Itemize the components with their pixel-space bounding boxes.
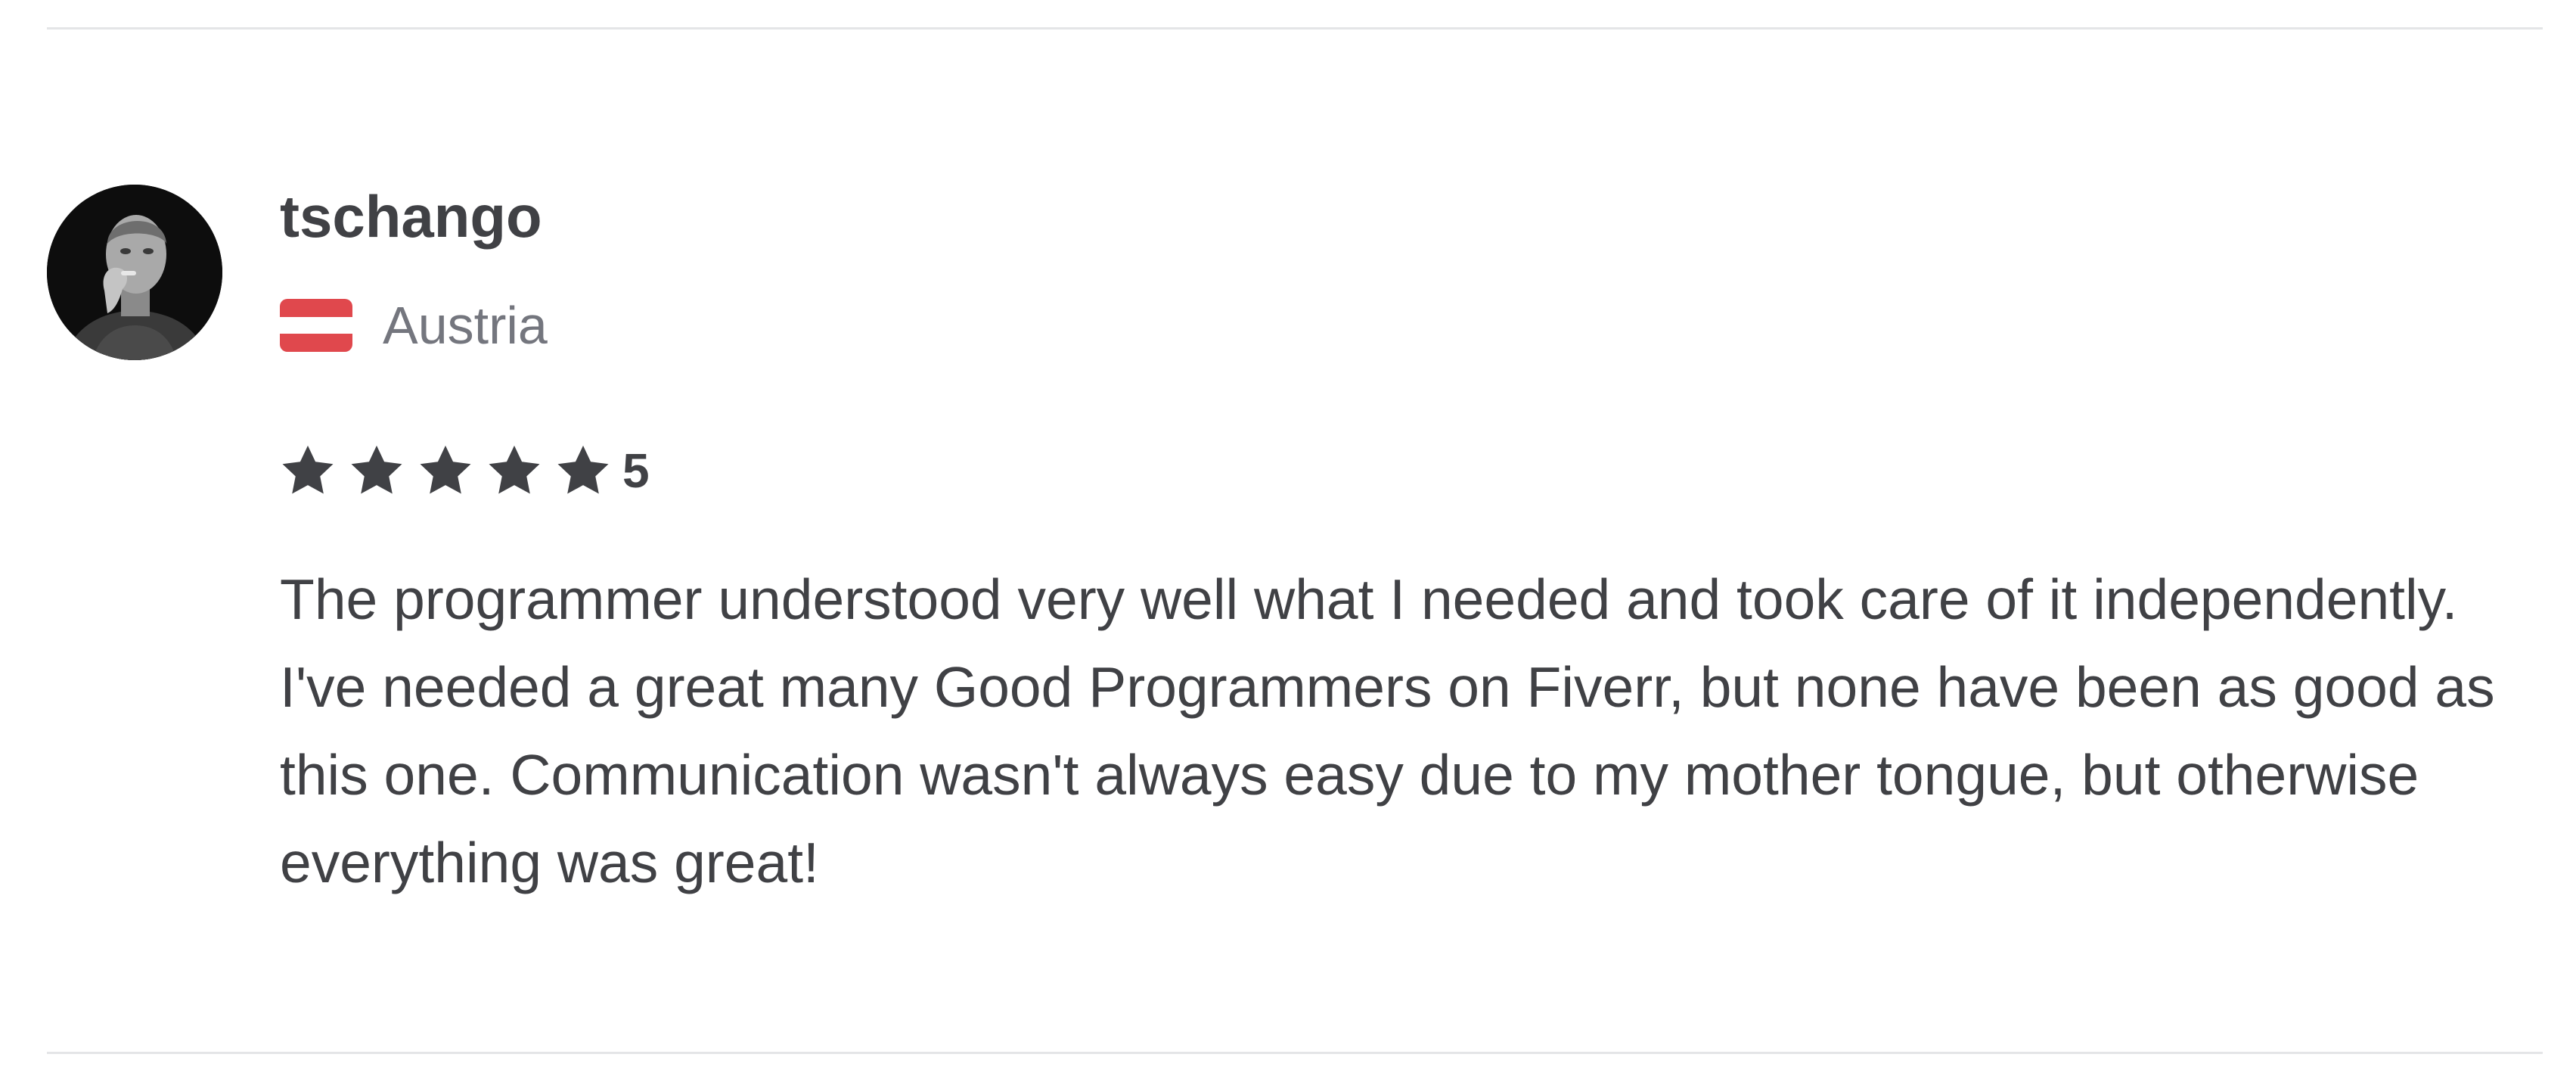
review-text: The programmer understood very well what… [280,567,2495,894]
rating-value: 5 [622,443,650,498]
star-icon [554,441,613,500]
star-icon [485,441,544,500]
star-icon [347,441,406,500]
review-rating: 5 [278,440,650,501]
avatar-image [47,185,222,360]
country-name: Austria [383,296,548,355]
user-avatar[interactable] [47,185,222,360]
reviewer-country: Austria [280,288,548,363]
top-divider [47,27,2543,30]
star-icon [416,441,475,500]
austria-flag-icon [280,299,352,352]
reviewer-username[interactable]: tschango [280,179,542,254]
star-icon [278,441,337,500]
bottom-divider [47,1052,2543,1054]
